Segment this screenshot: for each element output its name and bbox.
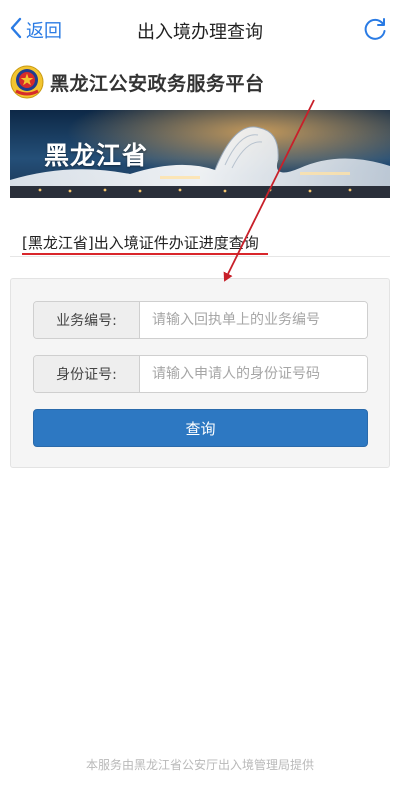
footer-note: 本服务由黑龙江省公安厅出入境管理局提供 (85, 758, 314, 772)
id-no-field: 身份证号: (33, 355, 368, 393)
refresh-button[interactable] (362, 16, 388, 42)
banner-title: 黑龙江省 (44, 141, 149, 170)
section-title: [黑龙江省]出入境证件办证进度查询 (22, 234, 259, 252)
divider (10, 256, 390, 257)
brand-header: 黑龙江公安政务服务平台 (10, 64, 265, 100)
police-emblem-icon (10, 65, 44, 99)
page-title: 出入境办理查询 (137, 22, 263, 43)
query-button[interactable]: 查询 (33, 409, 368, 447)
query-form: 业务编号: 身份证号: 查询 (10, 278, 390, 468)
refresh-icon (364, 18, 386, 40)
nav-bar: 返回 出入境办理查询 (0, 0, 400, 60)
business-no-field: 业务编号: (33, 301, 368, 339)
business-no-input[interactable] (140, 302, 367, 338)
banner-image: 黑龙江省 (10, 110, 390, 198)
id-no-label: 身份证号: (34, 356, 140, 392)
id-no-input[interactable] (140, 356, 367, 392)
title-underline (22, 253, 268, 255)
brand-name: 黑龙江公安政务服务平台 (50, 72, 265, 95)
business-no-label: 业务编号: (34, 302, 140, 338)
